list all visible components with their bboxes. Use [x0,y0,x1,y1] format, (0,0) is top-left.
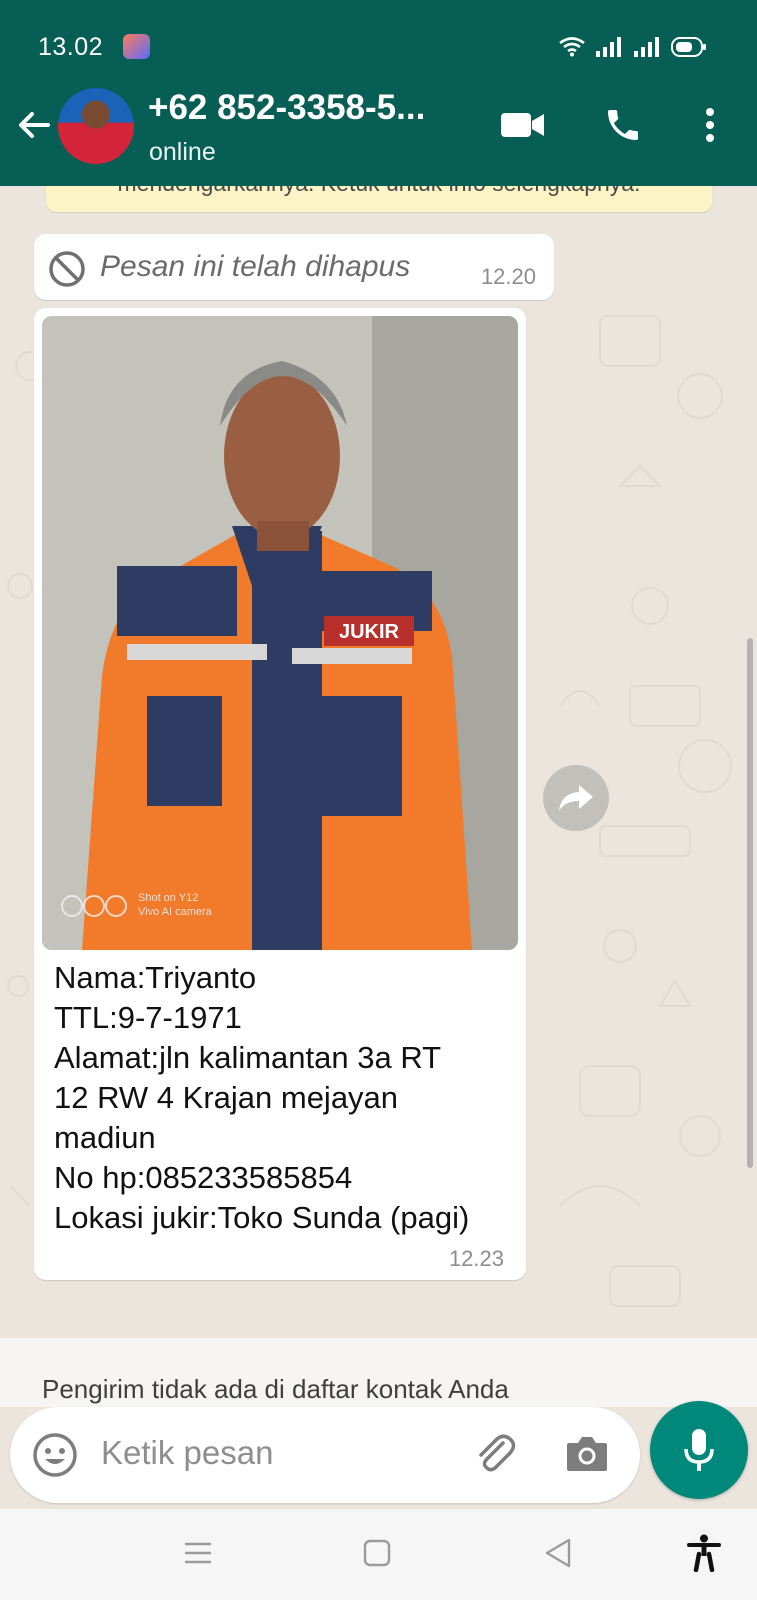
message-input[interactable]: Ketik pesan [10,1407,640,1503]
deleted-message-text: Pesan ini telah dihapus [100,250,411,283]
caption-line: 12 RW 4 Krajan mejayan [54,1080,399,1115]
ban-icon [49,251,85,287]
forward-icon [559,785,593,811]
app-notification-icon [123,34,150,59]
nav-home-button[interactable] [357,1533,397,1573]
attach-icon[interactable] [470,1429,520,1479]
nav-accessibility-button[interactable] [684,1533,724,1573]
status-bar: 13.02 [0,0,757,68]
phone-icon [608,110,638,140]
photo-watermark-line-2: Vivo AI camera [138,906,213,918]
caption-line: Nama:Triyanto [54,960,257,995]
wifi-icon [559,37,585,57]
unknown-sender-notice: Pengirim tidak ada di daftar kontak Anda [0,1338,757,1407]
system-nav-bar [0,1509,757,1600]
forward-button[interactable] [543,765,609,831]
caption-line: TTL:9-7-1971 [54,1000,242,1035]
caption-line: No hp:085233585854 [54,1160,353,1195]
message-time: 12.23 [448,1246,504,1271]
caption-line: Lokasi jukir:Toko Sunda (pagi) [54,1200,470,1235]
signal-icon [596,37,621,57]
photo-badge-text: JUKIR [339,621,400,643]
mic-button[interactable] [650,1401,748,1499]
message-placeholder: Ketik pesan [101,1434,274,1471]
camera-icon[interactable] [565,1433,609,1473]
emoji-icon[interactable] [32,1432,78,1478]
encryption-info-banner[interactable]: mendengarkannya. Ketuk untuk info seleng… [46,186,712,212]
caption-line: madiun [54,1120,156,1155]
photo-caption: Nama:Triyanto TTL:9-7-1971 Alamat:jln ka… [54,958,514,1238]
voice-call-button[interactable] [596,98,650,152]
photo-watermark-line-1: Shot on Y12 [138,892,198,904]
mic-icon [684,1429,714,1471]
video-call-button[interactable] [496,98,550,152]
avatar[interactable] [58,88,134,164]
status-time: 13.02 [38,33,104,61]
message-time: 12.20 [480,264,536,289]
back-button[interactable] [12,103,56,147]
message-photo[interactable]: JUKIR Shot on Y12 Vivo AI camera [42,316,518,950]
more-vert-icon [706,108,714,142]
signal-icon-2 [634,37,659,57]
status-icons [559,34,707,60]
more-options-button[interactable] [683,98,737,152]
back-arrow-icon [19,112,50,138]
caption-line: Alamat:jln kalimantan 3a RT [54,1040,442,1075]
nav-menu-button[interactable] [178,1533,218,1573]
composer: Ketik pesan [0,1401,757,1509]
contact-status: online [149,138,216,166]
home-icon [363,1539,391,1567]
scrollbar[interactable] [747,638,753,1168]
video-call-icon [501,113,544,137]
photo-image: JUKIR Shot on Y12 Vivo AI camera [42,316,518,950]
menu-icon [185,1542,211,1564]
back-icon [545,1538,571,1568]
deleted-message[interactable]: Pesan ini telah dihapus 12.20 [34,234,554,300]
accessibility-icon [687,1534,721,1572]
chat-area[interactable]: mendengarkannya. Ketuk untuk info seleng… [0,186,757,1407]
photo-message[interactable]: JUKIR Shot on Y12 Vivo AI camera Nama:Tr… [34,308,526,1280]
nav-back-button[interactable] [538,1533,578,1573]
chat-header: +62 852-3358-5... online [0,68,757,186]
battery-icon [671,37,706,57]
contact-name[interactable]: +62 852-3358-5... [148,88,425,128]
unknown-sender-text: Pengirim tidak ada di daftar kontak Anda [42,1374,509,1404]
